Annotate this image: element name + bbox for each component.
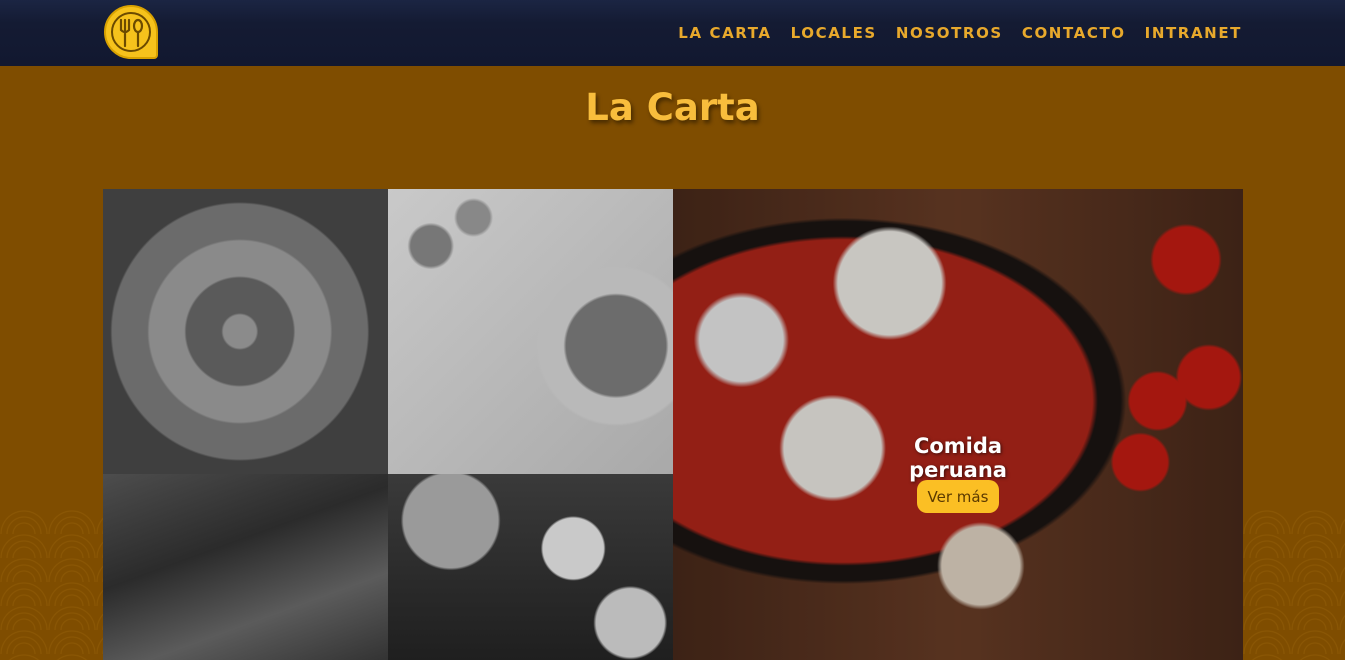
nav-locales[interactable]: LOCALES	[791, 24, 877, 42]
page-title: La Carta	[585, 86, 760, 129]
main-nav: LA CARTA LOCALES NOSOTROS CONTACTO INTRA…	[678, 24, 1242, 42]
decorative-pattern-right	[1243, 510, 1345, 660]
featured-caption: Comida peruana	[909, 434, 1007, 482]
menu-tile-1[interactable]	[103, 189, 388, 474]
nav-la-carta[interactable]: LA CARTA	[678, 24, 771, 42]
menu-tile-2[interactable]	[388, 189, 673, 474]
nav-intranet[interactable]: INTRANET	[1145, 24, 1242, 42]
menu-tile-3[interactable]	[103, 474, 388, 660]
nav-nosotros[interactable]: NOSOTROS	[896, 24, 1003, 42]
site-header: LA CARTA LOCALES NOSOTROS CONTACTO INTRA…	[0, 0, 1345, 66]
menu-tile-featured[interactable]	[673, 189, 1243, 660]
logo[interactable]	[104, 5, 158, 59]
nav-contacto[interactable]: CONTACTO	[1022, 24, 1126, 42]
fork-spoon-icon	[111, 12, 151, 52]
decorative-pattern-left	[0, 510, 103, 660]
ver-mas-button[interactable]: Ver más	[917, 480, 999, 513]
menu-tile-4[interactable]	[388, 474, 673, 660]
tile-overlay	[673, 189, 1243, 660]
